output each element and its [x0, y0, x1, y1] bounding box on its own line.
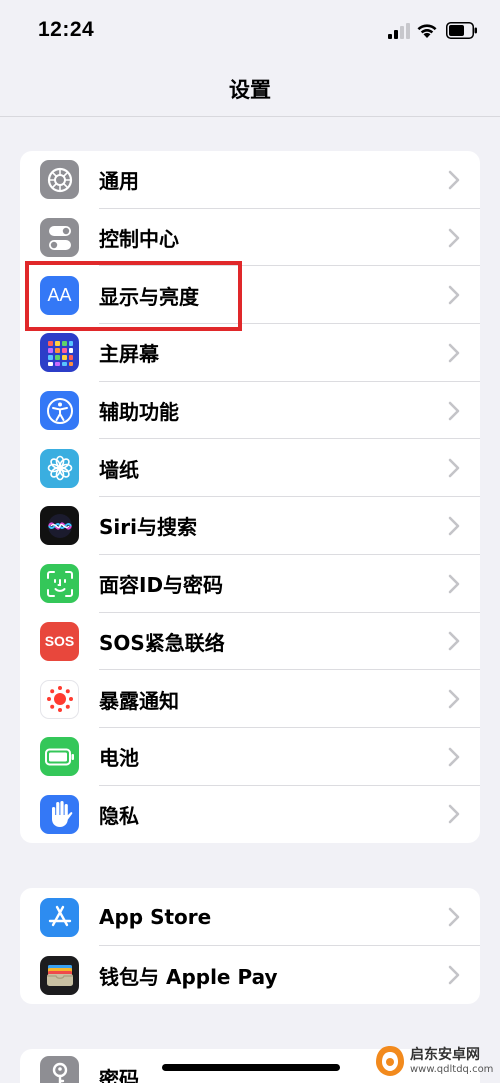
- chevron-right-icon: [448, 285, 460, 305]
- chevron-right-icon: [448, 632, 460, 651]
- accessibility-icon: [40, 391, 79, 431]
- row-label: App Store: [99, 905, 212, 929]
- chevron-right-icon: [448, 228, 460, 247]
- watermark-text: 启东安卓网: [410, 1047, 480, 1063]
- row-wallpaper[interactable]: 墙纸: [20, 439, 480, 498]
- row-face-id-passcode[interactable]: 面容ID与密码: [20, 555, 480, 613]
- row-label: 主屏幕: [99, 342, 159, 367]
- hand-icon: [40, 794, 79, 834]
- chevron-right-icon: [448, 343, 460, 363]
- settings-group-2: App Store 钱包与 Apple Pay: [20, 888, 480, 1004]
- row-battery[interactable]: 电池: [20, 728, 480, 786]
- row-label: 密码: [99, 1067, 139, 1083]
- row-accessibility[interactable]: 辅助功能: [20, 382, 480, 440]
- siri-icon: [40, 506, 79, 546]
- chevron-right-icon: [448, 907, 460, 927]
- chevron-right-icon: [448, 747, 460, 767]
- battery-status-icon: [446, 22, 477, 39]
- chevron-right-icon: [448, 574, 460, 593]
- row-control-center[interactable]: 控制中心: [20, 209, 480, 267]
- app-grid-icon: [40, 333, 79, 373]
- status-time: 12:24: [38, 18, 95, 41]
- row-wallet-apple-pay[interactable]: 钱包与 Apple Pay: [20, 946, 480, 1004]
- watermark-logo-icon: [376, 1046, 404, 1076]
- face-id-icon: [40, 564, 79, 604]
- watermark: 启东安卓网 www.qdltdq.com: [370, 1040, 500, 1083]
- row-label: 面容ID与密码: [99, 573, 224, 598]
- cellular-signal-icon: [388, 23, 410, 39]
- watermark-url: www.qdltdq.com: [410, 1064, 494, 1075]
- row-label: 通用: [99, 169, 139, 194]
- gear-icon: [40, 160, 79, 200]
- wallet-icon: [40, 955, 79, 995]
- page-title: 设置: [229, 78, 271, 102]
- chevron-right-icon: [448, 170, 460, 190]
- highlight-annotation: [25, 261, 242, 331]
- row-app-store[interactable]: App Store: [20, 888, 480, 946]
- row-label: 辅助功能: [99, 400, 179, 425]
- row-label: 电池: [99, 746, 139, 771]
- home-indicator[interactable]: [162, 1064, 340, 1071]
- row-label: 墙纸: [99, 457, 139, 482]
- row-label: 钱包与 Apple Pay: [99, 964, 278, 989]
- row-emergency-sos[interactable]: SOS SOS紧急联络: [20, 613, 480, 671]
- row-home-screen[interactable]: 主屏幕: [20, 324, 480, 382]
- row-label: SOS紧急联络: [99, 630, 225, 655]
- nav-divider: [0, 116, 500, 117]
- exposure-icon: [40, 679, 79, 719]
- sos-icon: SOS: [40, 621, 79, 661]
- row-exposure-notifications[interactable]: 暴露通知: [20, 670, 480, 728]
- key-icon: [40, 1056, 79, 1083]
- chevron-right-icon: [448, 516, 460, 536]
- chevron-right-icon: [448, 965, 460, 985]
- row-label: 控制中心: [99, 227, 179, 252]
- row-label: 隐私: [99, 803, 139, 828]
- row-label: Siri与搜索: [99, 515, 197, 540]
- app-store-icon: [40, 897, 79, 937]
- wifi-icon: [417, 24, 437, 38]
- chevron-right-icon: [448, 458, 460, 478]
- chevron-right-icon: [448, 689, 460, 709]
- chevron-right-icon: [448, 401, 460, 420]
- sos-glyph: SOS: [44, 633, 75, 650]
- toggle-icon: [40, 218, 79, 258]
- row-privacy[interactable]: 隐私: [20, 786, 480, 843]
- flower-icon: [40, 448, 79, 488]
- settings-group-1: 通用 控制中心 AA 显示与亮度 主屏幕 辅助功能 墙纸 Siri与搜索 面容I…: [20, 151, 480, 843]
- row-label: 暴露通知: [99, 688, 179, 713]
- battery-icon: [40, 737, 79, 777]
- row-general[interactable]: 通用: [20, 151, 480, 209]
- chevron-right-icon: [448, 805, 460, 824]
- status-bar: 12:24: [0, 0, 500, 62]
- row-siri-search[interactable]: Siri与搜索: [20, 497, 480, 555]
